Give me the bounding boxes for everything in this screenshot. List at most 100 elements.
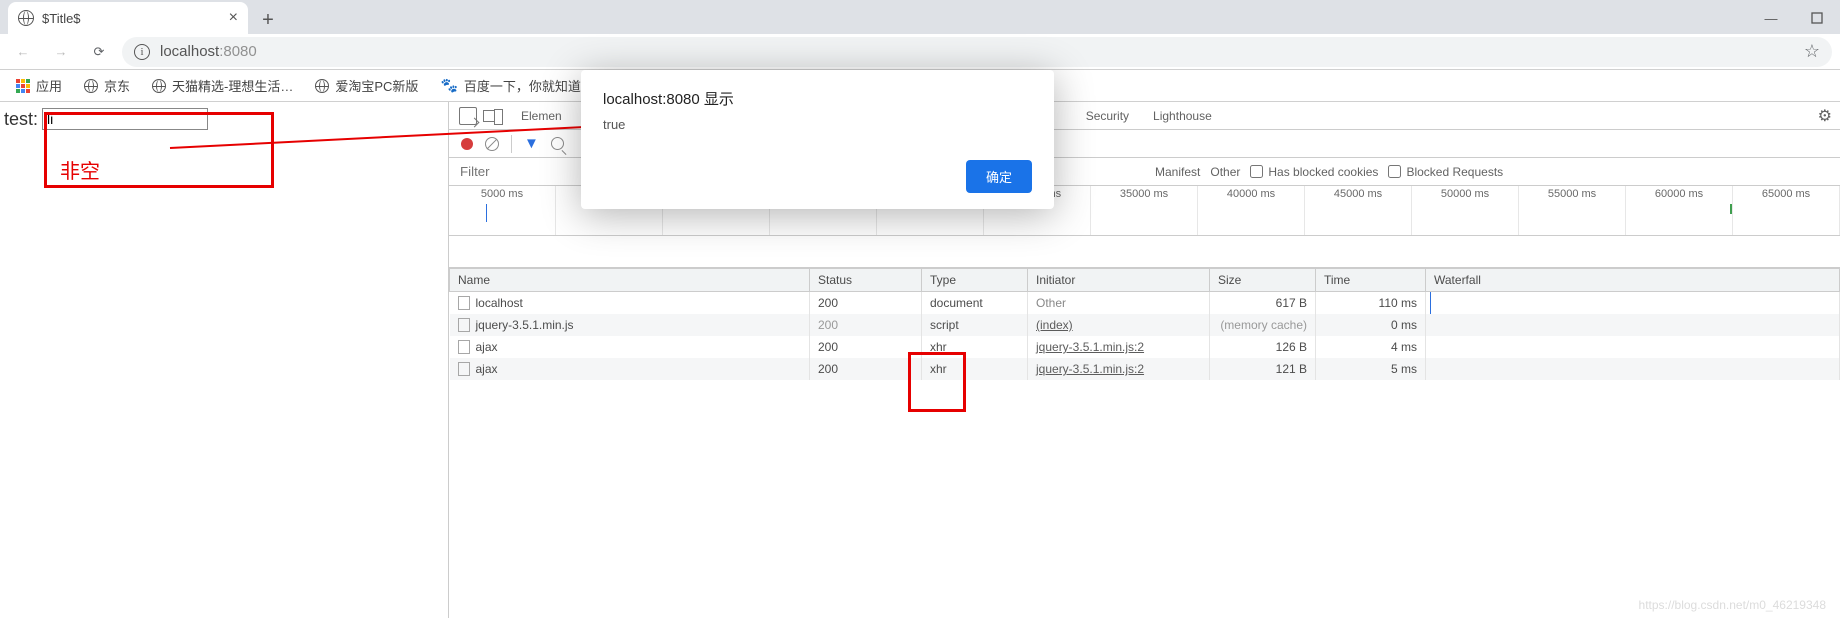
timeline-tick: 45000 ms (1305, 186, 1412, 236)
globe-icon (84, 79, 98, 93)
annotation-text: 非空 (60, 155, 100, 184)
cell-size: 121 B (1210, 358, 1316, 380)
column-header[interactable]: Time (1316, 269, 1426, 292)
separator (511, 135, 512, 153)
timeline-tick: 65000 ms (1733, 186, 1840, 236)
cell-waterfall (1426, 292, 1840, 315)
cell-initiator[interactable]: (index) (1028, 314, 1210, 336)
filter-other[interactable]: Other (1210, 165, 1240, 179)
cell-time: 4 ms (1316, 336, 1426, 358)
cell-name: ajax (476, 340, 498, 354)
cell-initiator[interactable]: Other (1028, 292, 1210, 315)
test-input[interactable] (42, 108, 208, 130)
tab-title: $Title$ (42, 11, 221, 26)
filter-manifest[interactable]: Manifest (1155, 165, 1200, 179)
cell-size: 617 B (1210, 292, 1316, 315)
address-bar[interactable]: i localhost:8080 ☆ (122, 37, 1832, 67)
paw-icon: 🐾 (440, 77, 457, 94)
cell-status: 200 (810, 314, 922, 336)
cell-type: document (922, 292, 1028, 315)
blocked-cookies-toggle[interactable]: Has blocked cookies (1250, 165, 1378, 179)
forward-button[interactable]: → (46, 37, 76, 67)
minimize-button[interactable]: — (1748, 2, 1794, 34)
url-text: localhost:8080 (160, 43, 257, 60)
cell-initiator[interactable]: jquery-3.5.1.min.js:2 (1028, 358, 1210, 380)
globe-icon (152, 79, 166, 93)
new-tab-button[interactable]: + (254, 6, 282, 34)
cell-size: 126 B (1210, 336, 1316, 358)
table-row[interactable]: ajax200xhrjquery-3.5.1.min.js:2126 B4 ms (450, 336, 1840, 358)
globe-icon (18, 10, 34, 26)
browser-tab[interactable]: $Title$ × (8, 2, 248, 34)
timeline-tick: 5000 ms (449, 186, 556, 236)
checkbox[interactable] (1250, 165, 1263, 178)
cell-type: xhr (922, 336, 1028, 358)
alert-ok-button[interactable]: 确定 (966, 160, 1032, 193)
table-row[interactable]: jquery-3.5.1.min.js200script(index)(memo… (450, 314, 1840, 336)
file-icon (458, 296, 470, 310)
timeline-spacer (449, 236, 1840, 268)
cell-size: (memory cache) (1210, 314, 1316, 336)
cell-initiator[interactable]: jquery-3.5.1.min.js:2 (1028, 336, 1210, 358)
column-header[interactable]: Type (922, 269, 1028, 292)
timeline-marker (1730, 204, 1732, 214)
bookmark-star-icon[interactable]: ☆ (1804, 41, 1820, 62)
cell-type: xhr (922, 358, 1028, 380)
maximize-button[interactable] (1794, 2, 1840, 34)
tab-strip: $Title$ × + — (0, 0, 1840, 34)
blocked-requests-label: Blocked Requests (1406, 165, 1503, 179)
gear-icon[interactable]: ⚙ (1818, 106, 1832, 126)
clear-icon[interactable] (485, 137, 499, 151)
blocked-requests-toggle[interactable]: Blocked Requests (1388, 165, 1503, 179)
reload-button[interactable]: ⟳ (84, 37, 114, 67)
inspect-icon[interactable] (459, 107, 477, 125)
cell-status: 200 (810, 358, 922, 380)
js-alert-dialog: localhost:8080 显示 true 确定 (581, 70, 1054, 209)
apps-shortcut[interactable]: 应用 (16, 76, 62, 95)
device-toggle-icon[interactable] (483, 110, 499, 122)
test-field: test: (4, 108, 444, 130)
filter-icon[interactable]: ▼ (524, 135, 539, 152)
file-icon (458, 318, 470, 332)
filter-input[interactable] (455, 162, 575, 182)
column-header[interactable]: Status (810, 269, 922, 292)
site-info-icon[interactable]: i (134, 44, 150, 60)
bookmark-label: 爱淘宝PC新版 (335, 76, 418, 95)
bookmark-item[interactable]: 天猫精选-理想生活… (152, 76, 293, 95)
watermark: https://blog.csdn.net/m0_46219348 (1639, 598, 1826, 612)
bookmark-item[interactable]: 爱淘宝PC新版 (315, 76, 418, 95)
bookmark-label: 京东 (104, 76, 130, 95)
cell-waterfall (1426, 336, 1840, 358)
alert-message: true (603, 117, 1032, 132)
window-controls: — (1748, 2, 1840, 34)
devtools-tab-lighthouse[interactable]: Lighthouse (1141, 102, 1224, 129)
timeline-tick: 40000 ms (1198, 186, 1305, 236)
close-icon[interactable]: × (229, 9, 238, 27)
column-header[interactable]: Size (1210, 269, 1316, 292)
file-icon (458, 340, 470, 354)
timeline-marker (486, 204, 487, 222)
search-icon[interactable] (551, 137, 564, 150)
bookmark-item[interactable]: 🐾百度一下，你就知道 (440, 76, 580, 95)
table-row[interactable]: ajax200xhrjquery-3.5.1.min.js:2121 B5 ms (450, 358, 1840, 380)
column-header[interactable]: Waterfall (1426, 269, 1840, 292)
browser-toolbar: ← → ⟳ i localhost:8080 ☆ (0, 34, 1840, 70)
column-header[interactable]: Name (450, 269, 810, 292)
checkbox[interactable] (1388, 165, 1401, 178)
file-icon (458, 362, 470, 376)
cell-name: jquery-3.5.1.min.js (476, 318, 574, 332)
column-header[interactable]: Initiator (1028, 269, 1210, 292)
timeline-tick: 50000 ms (1412, 186, 1519, 236)
cell-waterfall (1426, 314, 1840, 336)
bookmark-item[interactable]: 京东 (84, 76, 130, 95)
devtools-tab-elements[interactable]: Elemen (509, 102, 574, 129)
apps-label: 应用 (36, 76, 62, 95)
alert-title: localhost:8080 显示 (603, 88, 1032, 109)
cell-waterfall (1426, 358, 1840, 380)
blocked-cookies-label: Has blocked cookies (1268, 165, 1378, 179)
devtools-tab-security[interactable]: Security (1074, 102, 1141, 129)
back-button[interactable]: ← (8, 37, 38, 67)
record-icon[interactable] (461, 138, 473, 150)
table-row[interactable]: localhost200documentOther617 B110 ms (450, 292, 1840, 315)
cell-time: 0 ms (1316, 314, 1426, 336)
